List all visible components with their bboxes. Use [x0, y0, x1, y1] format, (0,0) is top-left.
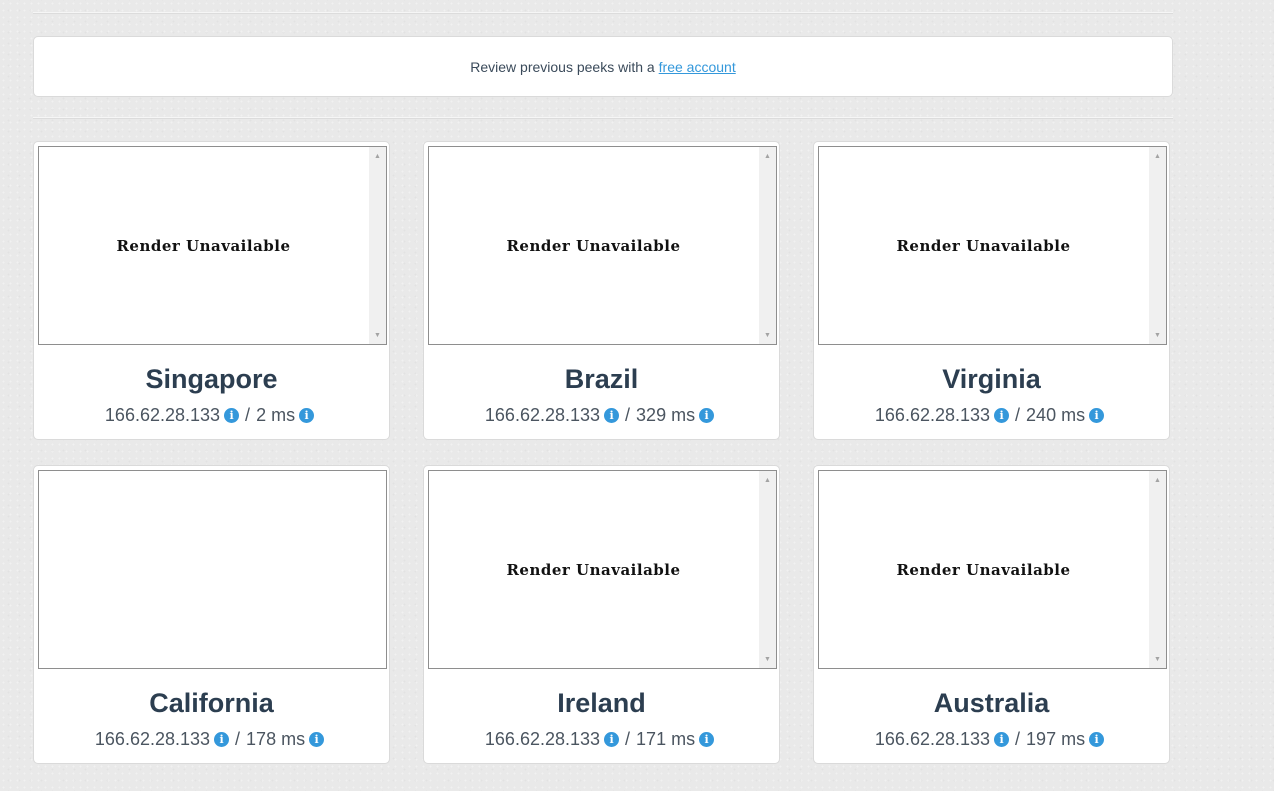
- frame-scrollbar[interactable]: ▲ ▼: [759, 471, 776, 668]
- latency-info-icon[interactable]: i: [699, 408, 715, 423]
- top-divider: [33, 12, 1173, 14]
- latency-info-icon[interactable]: i: [1089, 408, 1105, 423]
- location-name: California: [149, 688, 274, 718]
- render-preview-frame[interactable]: Render Unavailable ▲ ▼: [38, 146, 387, 345]
- location-card-australia: Render Unavailable ▲ ▼ Australia 166.62.…: [813, 465, 1170, 764]
- frame-scrollbar[interactable]: ▲ ▼: [1149, 147, 1166, 344]
- frame-scrollbar[interactable]: ▲ ▼: [369, 147, 386, 344]
- render-unavailable-message: Render Unavailable: [116, 236, 291, 255]
- scroll-up-arrow-icon[interactable]: ▲: [759, 149, 776, 163]
- location-card-brazil: Render Unavailable ▲ ▼ Brazil 166.62.28.…: [423, 141, 780, 440]
- location-card-singapore: Render Unavailable ▲ ▼ Singapore 166.62.…: [33, 141, 390, 440]
- render-unavailable-message: Render Unavailable: [506, 560, 681, 579]
- render-unavailable-message: Render Unavailable: [896, 560, 1071, 579]
- ip-address: 166.62.28.133: [104, 405, 221, 425]
- location-meta: 166.62.28.133 i / 329 ms i: [424, 405, 779, 426]
- separator: /: [625, 729, 631, 749]
- location-meta: 166.62.28.133 i / 178 ms i: [34, 729, 389, 750]
- render-preview-frame[interactable]: Render Unavailable ▲ ▼: [428, 146, 777, 345]
- scroll-up-arrow-icon[interactable]: ▲: [759, 473, 776, 487]
- ip-address: 166.62.28.133: [874, 729, 991, 749]
- separator: /: [245, 405, 251, 425]
- ip-address: 166.62.28.133: [874, 405, 991, 425]
- free-account-link[interactable]: free account: [659, 59, 736, 75]
- latency-info-icon[interactable]: i: [299, 408, 315, 423]
- render-preview-frame[interactable]: [38, 470, 387, 669]
- scroll-down-arrow-icon[interactable]: ▼: [369, 328, 386, 342]
- location-meta: 166.62.28.133 i / 197 ms i: [814, 729, 1169, 750]
- location-name: Virginia: [942, 364, 1041, 394]
- location-meta: 166.62.28.133 i / 2 ms i: [34, 405, 389, 426]
- separator: /: [625, 405, 631, 425]
- latency-value: 197 ms: [1026, 729, 1086, 749]
- latency-info-icon[interactable]: i: [1089, 732, 1105, 747]
- location-name: Ireland: [557, 688, 646, 718]
- scroll-down-arrow-icon[interactable]: ▼: [759, 328, 776, 342]
- separator: /: [235, 729, 241, 749]
- separator: /: [1015, 729, 1021, 749]
- location-card-virginia: Render Unavailable ▲ ▼ Virginia 166.62.2…: [813, 141, 1170, 440]
- render-preview-frame[interactable]: Render Unavailable ▲ ▼: [428, 470, 777, 669]
- location-meta: 166.62.28.133 i / 171 ms i: [424, 729, 779, 750]
- ip-address: 166.62.28.133: [484, 405, 601, 425]
- ip-address: 166.62.28.133: [94, 729, 211, 749]
- ip-info-icon[interactable]: i: [994, 408, 1010, 423]
- latency-info-icon[interactable]: i: [699, 732, 715, 747]
- ip-info-icon[interactable]: i: [994, 732, 1010, 747]
- ip-info-icon[interactable]: i: [214, 732, 230, 747]
- location-meta: 166.62.28.133 i / 240 ms i: [814, 405, 1169, 426]
- latency-value: 178 ms: [246, 729, 306, 749]
- ip-info-icon[interactable]: i: [604, 732, 620, 747]
- free-account-notice: Review previous peeks with a free accoun…: [33, 36, 1173, 97]
- scroll-down-arrow-icon[interactable]: ▼: [759, 652, 776, 666]
- separator: /: [1015, 405, 1021, 425]
- render-unavailable-message: Render Unavailable: [896, 236, 1071, 255]
- location-name: Australia: [933, 688, 1050, 718]
- render-preview-frame[interactable]: Render Unavailable ▲ ▼: [818, 146, 1167, 345]
- section-divider: [33, 117, 1173, 119]
- latency-value: 240 ms: [1026, 405, 1086, 425]
- render-unavailable-message: Render Unavailable: [506, 236, 681, 255]
- ip-info-icon[interactable]: i: [224, 408, 240, 423]
- location-name: Brazil: [564, 364, 639, 394]
- scroll-down-arrow-icon[interactable]: ▼: [1149, 328, 1166, 342]
- scroll-up-arrow-icon[interactable]: ▲: [1149, 473, 1166, 487]
- latency-value: 171 ms: [636, 729, 696, 749]
- latency-value: 2 ms: [256, 405, 296, 425]
- notice-text: Review previous peeks with a: [470, 58, 655, 75]
- scroll-down-arrow-icon[interactable]: ▼: [1149, 652, 1166, 666]
- location-card-ireland: Render Unavailable ▲ ▼ Ireland 166.62.28…: [423, 465, 780, 764]
- location-card-california: California 166.62.28.133 i / 178 ms i: [33, 465, 390, 764]
- location-name: Singapore: [145, 364, 278, 394]
- frame-scrollbar[interactable]: ▲ ▼: [1149, 471, 1166, 668]
- latency-info-icon[interactable]: i: [309, 732, 325, 747]
- ip-address: 166.62.28.133: [484, 729, 601, 749]
- frame-scrollbar[interactable]: ▲ ▼: [759, 147, 776, 344]
- render-preview-frame[interactable]: Render Unavailable ▲ ▼: [818, 470, 1167, 669]
- scroll-up-arrow-icon[interactable]: ▲: [1149, 149, 1166, 163]
- latency-value: 329 ms: [636, 405, 696, 425]
- scroll-up-arrow-icon[interactable]: ▲: [369, 149, 386, 163]
- ip-info-icon[interactable]: i: [604, 408, 620, 423]
